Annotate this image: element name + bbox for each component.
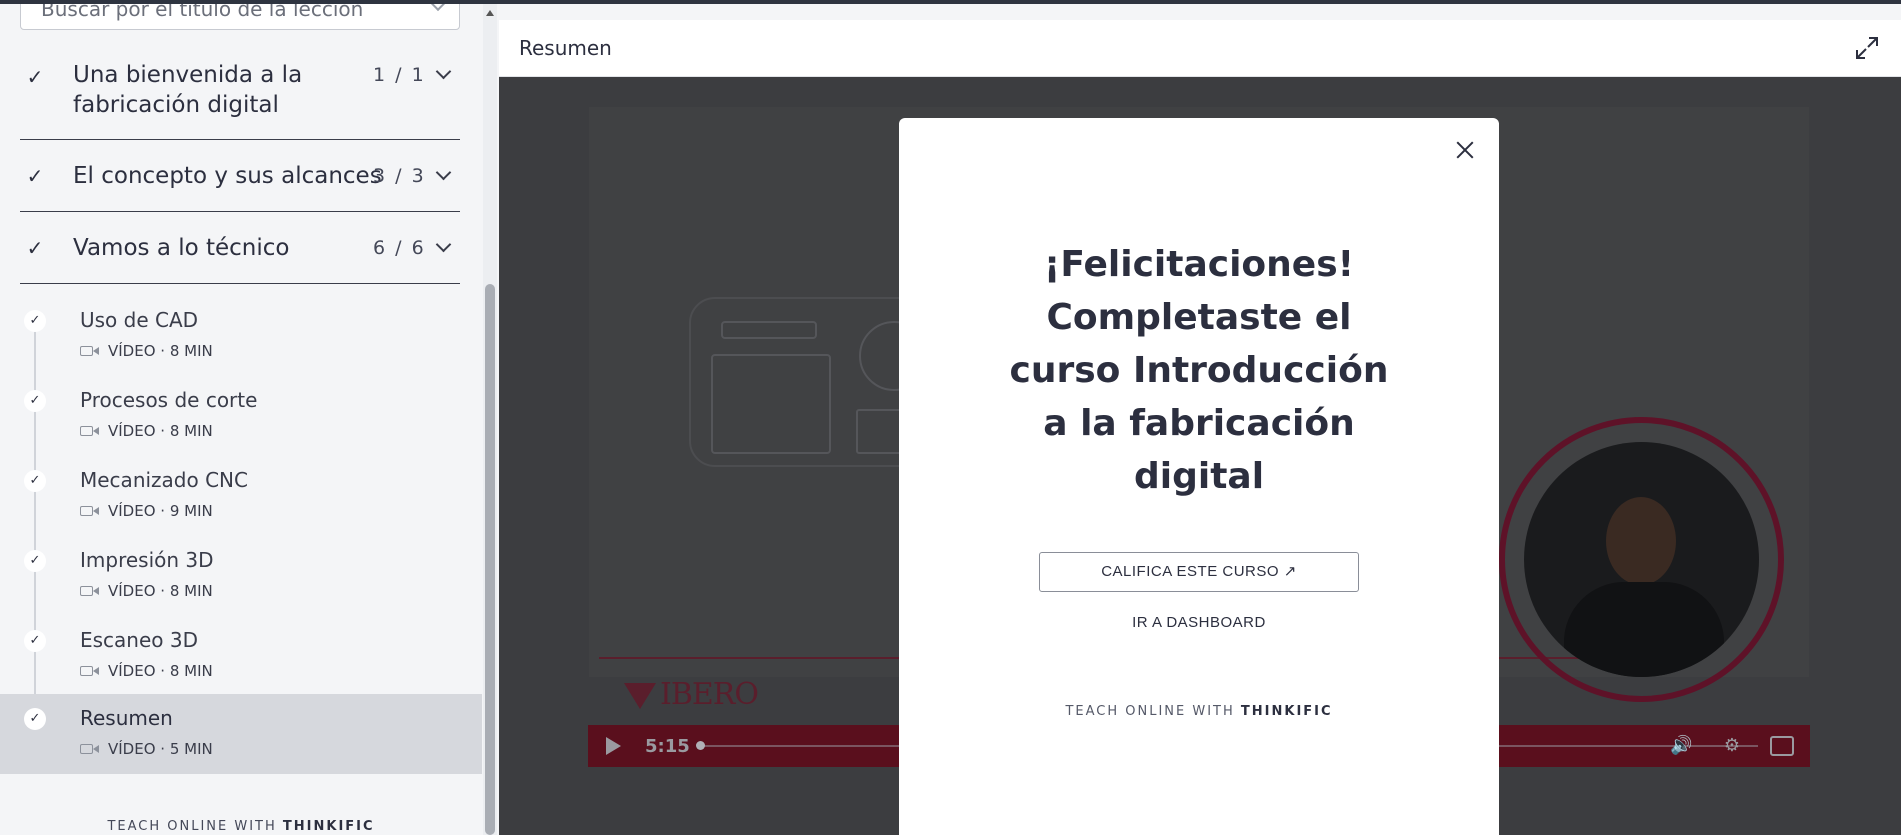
lesson-item-active[interactable]: ✓ Resumen VÍDEO · 5 MIN (0, 694, 482, 774)
chapter-concepto[interactable]: ✓ El concepto y sus alcances 3 / 3 (20, 140, 460, 212)
volume-icon[interactable]: 🔊 (1670, 735, 1692, 757)
settings-gear-icon[interactable]: ⚙ (1721, 735, 1743, 757)
lesson-title: Procesos de corte (80, 388, 258, 412)
chapter-progress: 3 / 3 (373, 165, 426, 187)
check-icon: ✓ (24, 708, 46, 730)
video-icon (80, 505, 100, 517)
sidebar-scrollbar[interactable] (483, 4, 497, 835)
video-icon (80, 425, 100, 437)
sidebar: Buscar por el título de la lección ✓ Una… (0, 4, 482, 835)
lesson-meta: VÍDEO · 8 MIN (80, 342, 213, 360)
lesson-title: Escaneo 3D (80, 628, 199, 652)
chapter-title: Vamos a lo técnico (73, 235, 290, 261)
lesson-meta: VÍDEO · 8 MIN (80, 582, 213, 600)
chevron-down-icon (430, 4, 446, 12)
lesson-item[interactable]: ✓ Escaneo 3D VÍDEO · 8 MIN (0, 622, 482, 702)
modal-heading: ¡Felicitaciones! Completaste el curso In… (1009, 244, 1389, 497)
scroll-up-arrow-icon[interactable] (486, 10, 494, 16)
scrollbar-thumb[interactable] (485, 284, 495, 835)
lesson-title: Uso de CAD (80, 308, 199, 332)
check-icon: ✓ (26, 164, 44, 188)
play-icon[interactable] (606, 737, 621, 755)
check-icon: ✓ (24, 630, 46, 652)
expand-icon[interactable] (1853, 34, 1881, 62)
content-header: Resumen (499, 20, 1901, 77)
modal-footer[interactable]: TEACH ONLINE WITH THINKIFIC (999, 704, 1399, 719)
chapter-title: Una bienvenida a la fabricación digital (73, 62, 303, 118)
lesson-meta: VÍDEO · 8 MIN (80, 662, 213, 680)
close-icon[interactable] (1453, 138, 1477, 162)
search-input[interactable]: Buscar por el título de la lección (20, 4, 460, 30)
lesson-meta: VÍDEO · 8 MIN (80, 422, 213, 440)
lesson-item[interactable]: ✓ Impresión 3D VÍDEO · 8 MIN (0, 542, 482, 622)
check-icon: ✓ (24, 470, 46, 492)
video-icon (80, 585, 100, 597)
video-icon (80, 345, 100, 357)
video-time: 5:15 (645, 736, 690, 757)
chapter-bienvenida[interactable]: ✓ Una bienvenida a la fabricación digita… (20, 46, 460, 140)
rate-course-button[interactable]: CALIFICA ESTE CURSO ↗ (1039, 552, 1359, 592)
check-icon: ✓ (26, 65, 44, 89)
lesson-title: Impresión 3D (80, 548, 214, 572)
chevron-down-icon[interactable] (435, 164, 452, 181)
lesson-item[interactable]: ✓ Procesos de corte VÍDEO · 8 MIN (0, 382, 482, 462)
chevron-down-icon[interactable] (435, 236, 452, 253)
completion-modal: ¡Felicitaciones! Completaste el curso In… (899, 118, 1499, 835)
video-icon (80, 743, 100, 755)
lesson-item[interactable]: ✓ Uso de CAD VÍDEO · 8 MIN (0, 302, 482, 382)
lesson-title: Resumen (80, 706, 173, 730)
lesson-title: Mecanizado CNC (80, 468, 248, 492)
check-icon: ✓ (26, 236, 44, 260)
lesson-meta: VÍDEO · 5 MIN (80, 740, 213, 758)
video-icon (80, 665, 100, 677)
fullscreen-icon[interactable] (1770, 736, 1794, 756)
chapter-title: El concepto y sus alcances (73, 163, 382, 189)
chapter-tecnico[interactable]: ✓ Vamos a lo técnico 6 / 6 (20, 212, 460, 284)
search-placeholder: Buscar por el título de la lección (41, 4, 364, 21)
page-title: Resumen (519, 36, 612, 60)
check-icon: ✓ (24, 550, 46, 572)
progress-handle[interactable] (696, 741, 705, 750)
chapter-progress: 1 / 1 (373, 64, 426, 86)
go-to-dashboard-link[interactable]: IR A DASHBOARD (1039, 614, 1359, 631)
chevron-down-icon[interactable] (435, 63, 452, 80)
presenter-video (1524, 442, 1759, 677)
lesson-item[interactable]: ✓ Mecanizado CNC VÍDEO · 9 MIN (0, 462, 482, 542)
check-icon: ✓ (24, 390, 46, 412)
ibero-logo: IBERO (624, 677, 759, 712)
chapter-progress: 6 / 6 (373, 237, 426, 259)
lesson-meta: VÍDEO · 9 MIN (80, 502, 213, 520)
sidebar-footer[interactable]: TEACH ONLINE WITH THINKIFIC (0, 819, 482, 834)
check-icon: ✓ (24, 310, 46, 332)
